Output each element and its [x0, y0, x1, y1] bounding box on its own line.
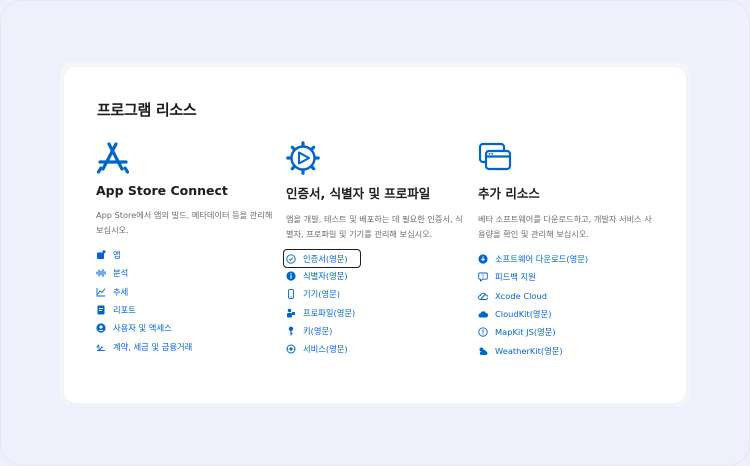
xcode-cloud-icon — [478, 292, 488, 300]
link-apps[interactable]: 앱 — [96, 246, 276, 264]
link-label: 키(영문) — [303, 326, 333, 337]
phone-icon — [288, 289, 294, 300]
additional-resources-section: 추가 리소스 베타 소프트웨어를 다운로드하고, 개발자 서비스 사용량을 확인… — [478, 141, 658, 360]
link-label: WeatherKit(영문) — [495, 345, 563, 356]
link-label: 사용자 및 액세스 — [113, 323, 172, 334]
link-label: 분석 — [113, 268, 129, 279]
chart-line-icon — [96, 287, 106, 297]
info-icon — [286, 271, 296, 281]
link-label: 추세 — [113, 286, 129, 297]
app-icon — [97, 250, 106, 260]
link-feedback-assistant[interactable]: 피드백 지원 — [478, 268, 658, 286]
app-store-connect-title: App Store Connect — [96, 183, 228, 198]
page-title: 프로그램 리소스 — [97, 101, 197, 119]
link-label: 기기(영문) — [303, 289, 341, 300]
services-icon — [286, 344, 296, 354]
link-cloudkit[interactable]: CloudKit(영문) — [478, 305, 658, 323]
report-icon — [97, 305, 105, 315]
cloud-icon — [478, 311, 488, 318]
link-label: MapKit JS(영문) — [495, 327, 556, 338]
waveform-icon — [96, 269, 106, 278]
gear-play-icon — [286, 141, 320, 175]
link-software-downloads[interactable]: 소프트웨어 다운로드(영문) — [478, 250, 658, 268]
link-label: 소프트웨어 다운로드(영문) — [495, 254, 589, 265]
link-reports[interactable]: 리포트 — [96, 301, 276, 319]
additional-resources-title: 추가 리소스 — [478, 186, 540, 201]
app-store-icon — [96, 142, 130, 174]
link-agreements[interactable]: 계약, 세금 및 금융거래 — [96, 337, 276, 355]
link-xcode-cloud[interactable]: Xcode Cloud — [478, 287, 658, 305]
link-certificates[interactable]: 인증서(영문) — [283, 249, 361, 268]
link-devices[interactable]: 기기(영문) — [286, 285, 466, 303]
app-store-connect-description: App Store에서 앱의 빌드, 메타데이터 등을 관리해 보십시오. — [96, 210, 273, 235]
badge-check-icon — [286, 253, 296, 264]
link-mapkit-js[interactable]: MapKit JS(영문) — [478, 323, 658, 341]
program-resources-card: 프로그램 리소스 App Store Connect App Store에서 앱… — [64, 67, 686, 403]
link-label: 리포트 — [113, 305, 136, 316]
certificates-section: 인증서, 식별자 및 프로파일 앱을 개발, 테스트 및 배포하는 데 필요한 … — [283, 141, 466, 358]
link-keys[interactable]: 키(영문) — [286, 322, 466, 340]
link-analytics[interactable]: 분석 — [96, 264, 276, 282]
feedback-icon — [478, 272, 488, 283]
certificates-description: 앱을 개발, 테스트 및 배포하는 데 필요한 인증서, 식별자, 프로파일 및… — [286, 214, 463, 239]
link-identifiers[interactable]: 식별자(영문) — [286, 267, 466, 285]
link-profiles[interactable]: 프로파일(영문) — [286, 304, 466, 322]
link-label: 인증서(영문) — [303, 253, 348, 264]
link-label: 프로파일(영문) — [303, 307, 356, 318]
key-icon — [288, 326, 294, 336]
additional-resources-description: 베타 소프트웨어를 다운로드하고, 개발자 서비스 사용량을 확인 및 관리해 … — [478, 214, 652, 239]
link-label: Xcode Cloud — [495, 290, 548, 301]
link-trends[interactable]: 추세 — [96, 283, 276, 301]
link-label: 계약, 세금 및 금융거래 — [113, 341, 193, 352]
link-weatherkit[interactable]: WeatherKit(영문) — [478, 341, 658, 359]
link-services[interactable]: 서비스(영문) — [286, 340, 466, 358]
link-label: 앱 — [113, 250, 121, 261]
link-label: 피드백 지원 — [495, 272, 536, 283]
user-circle-icon — [96, 323, 106, 333]
link-label: CloudKit(영문) — [495, 309, 552, 320]
link-users-access[interactable]: 사용자 및 액세스 — [96, 319, 276, 337]
weather-icon — [479, 347, 488, 355]
app-store-connect-section: App Store Connect App Store에서 앱의 빌드, 메타데… — [96, 141, 276, 356]
certificates-title: 인증서, 식별자 및 프로파일 — [286, 186, 431, 201]
link-label: 서비스(영문) — [303, 344, 348, 355]
download-icon — [478, 254, 488, 264]
windows-icon — [478, 142, 512, 171]
map-icon — [478, 327, 488, 337]
signature-icon — [96, 344, 105, 351]
profile-icon — [287, 308, 295, 318]
link-label: 식별자(영문) — [303, 271, 348, 282]
